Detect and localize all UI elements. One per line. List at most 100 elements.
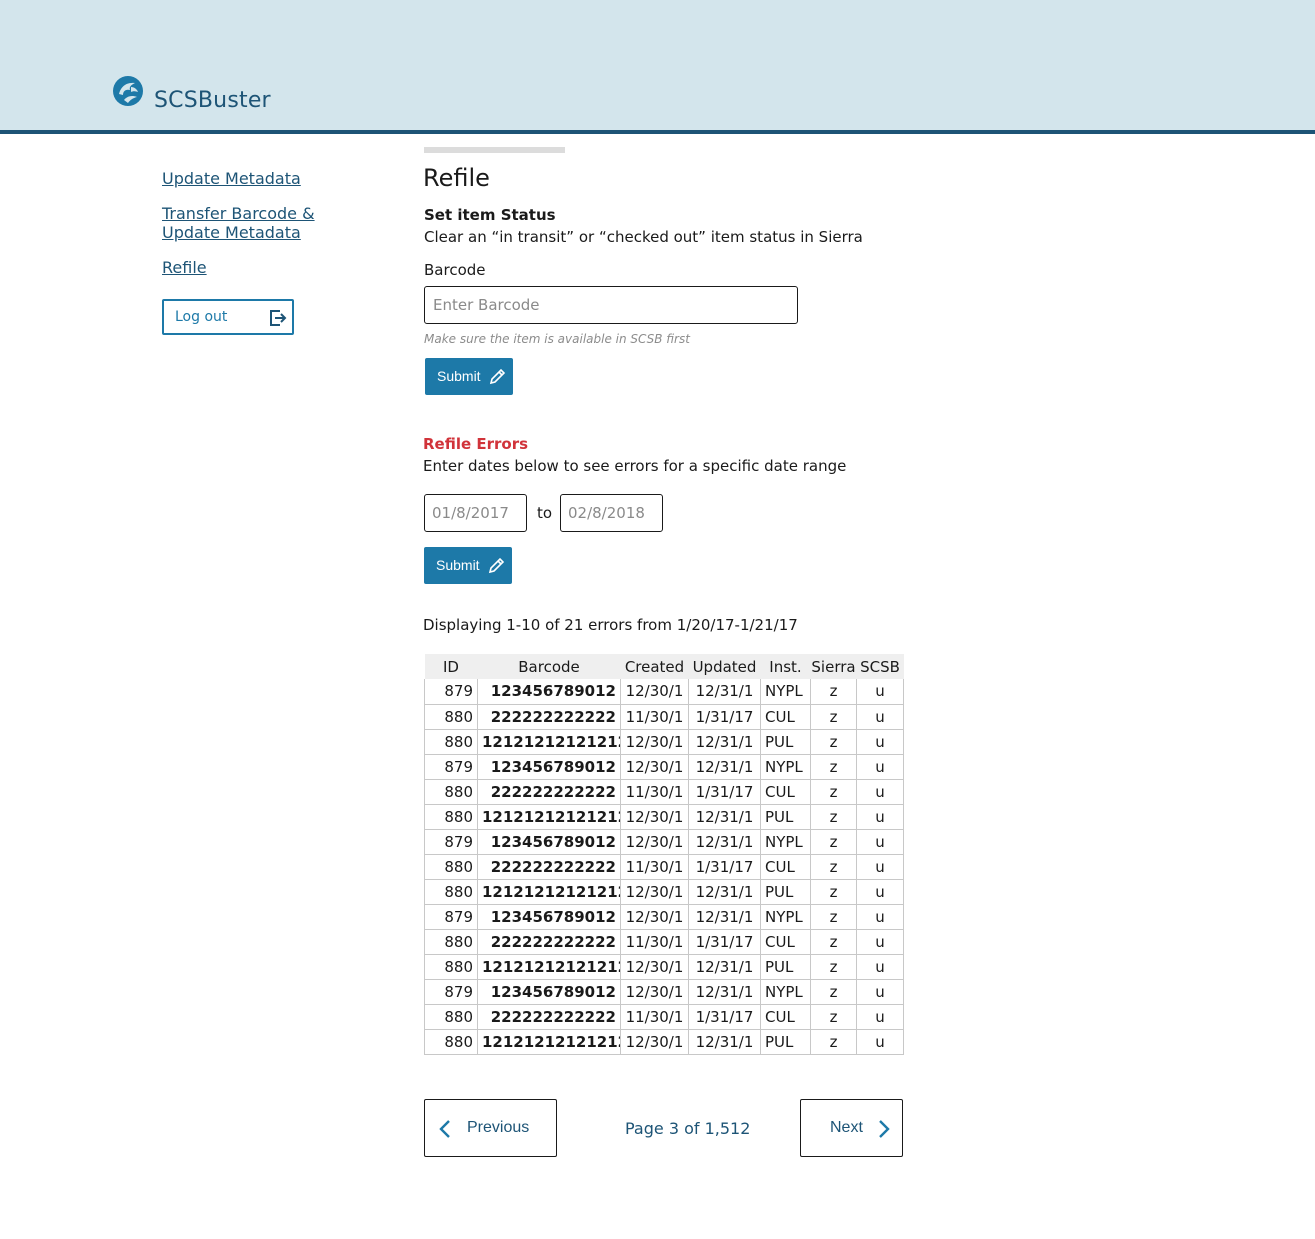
cell-created: 11/30/1 xyxy=(620,929,689,955)
header-inst[interactable]: Inst. xyxy=(760,654,811,679)
cell-id: 880 xyxy=(424,954,478,980)
cell-created: 12/30/1 xyxy=(620,679,689,705)
cell-updated: 12/31/1 xyxy=(688,829,761,855)
cell-created: 12/30/1 xyxy=(620,954,689,980)
set-status-title: Set item Status xyxy=(424,206,556,224)
table-row[interactable]: 879 123456789012 12/30/1 12/31/1 NYPL z u xyxy=(424,904,904,930)
cell-updated: 1/31/17 xyxy=(688,929,761,955)
results-summary: Displaying 1-10 of 21 errors from 1/20/1… xyxy=(423,616,798,634)
errors-table: ID Barcode Created Updated Inst. Sierra … xyxy=(424,654,904,1055)
app-title[interactable]: SCSBuster xyxy=(154,88,271,113)
cell-sierra: z xyxy=(810,1004,857,1030)
status-submit-button[interactable]: Submit xyxy=(425,358,513,395)
table-row[interactable]: 879 123456789012 12/30/1 12/31/1 NYPL z u xyxy=(424,754,904,780)
cell-updated: 12/31/1 xyxy=(688,954,761,980)
cell-created: 12/30/1 xyxy=(620,904,689,930)
header-updated[interactable]: Updated xyxy=(688,654,761,679)
cell-barcode: 12121212121212 xyxy=(477,804,621,830)
cell-id: 879 xyxy=(424,679,478,705)
cell-id: 880 xyxy=(424,704,478,730)
pencil-icon xyxy=(488,557,505,574)
header-scsb[interactable]: SCSB xyxy=(856,654,904,679)
cell-updated: 1/31/17 xyxy=(688,704,761,730)
table-row[interactable]: 880 222222222222 11/30/1 1/31/17 CUL z u xyxy=(424,1004,904,1030)
cell-sierra: z xyxy=(810,704,857,730)
table-row[interactable]: 880 12121212121212 12/30/1 12/31/1 PUL z u xyxy=(424,729,904,755)
cell-scsb: u xyxy=(856,779,904,805)
table-row[interactable]: 880 222222222222 11/30/1 1/31/17 CUL z u xyxy=(424,779,904,805)
table-header-row: ID Barcode Created Updated Inst. Sierra … xyxy=(424,654,904,679)
cell-created: 12/30/1 xyxy=(620,754,689,780)
cell-barcode: 123456789012 xyxy=(477,829,621,855)
previous-page-button[interactable]: Previous xyxy=(424,1099,557,1157)
next-label: Next xyxy=(830,1119,863,1136)
pencil-icon xyxy=(489,368,506,385)
table-row[interactable]: 880 222222222222 11/30/1 1/31/17 CUL z u xyxy=(424,854,904,880)
table-row[interactable]: 880 12121212121212 12/30/1 12/31/1 PUL z u xyxy=(424,804,904,830)
header-created[interactable]: Created xyxy=(620,654,689,679)
cell-sierra: z xyxy=(810,779,857,805)
cell-barcode: 123456789012 xyxy=(477,679,621,705)
cell-barcode: 12121212121212 xyxy=(477,1029,621,1055)
table-row[interactable]: 880 12121212121212 12/30/1 12/31/1 PUL z u xyxy=(424,954,904,980)
cell-sierra: z xyxy=(810,1029,857,1055)
cell-created: 11/30/1 xyxy=(620,779,689,805)
cell-created: 12/30/1 xyxy=(620,879,689,905)
cell-id: 879 xyxy=(424,754,478,780)
header-barcode[interactable]: Barcode xyxy=(477,654,621,679)
end-date-input[interactable] xyxy=(560,494,663,532)
cell-inst: PUL xyxy=(760,879,811,905)
cell-scsb: u xyxy=(856,754,904,780)
progress-bar xyxy=(424,147,565,153)
barcode-input[interactable] xyxy=(424,286,798,324)
cell-scsb: u xyxy=(856,854,904,880)
sidebar-link-transfer-barcode-line2[interactable]: Update Metadata xyxy=(162,223,301,242)
next-page-button[interactable]: Next xyxy=(800,1099,903,1157)
table-row[interactable]: 880 222222222222 11/30/1 1/31/17 CUL z u xyxy=(424,704,904,730)
cell-created: 12/30/1 xyxy=(620,729,689,755)
errors-submit-button[interactable]: Submit xyxy=(424,547,512,584)
cell-inst: CUL xyxy=(760,854,811,880)
cell-inst: NYPL xyxy=(760,829,811,855)
start-date-input[interactable] xyxy=(424,494,527,532)
cell-barcode: 12121212121212 xyxy=(477,879,621,905)
logout-button[interactable]: Log out xyxy=(162,299,294,335)
sidebar-link-update-metadata[interactable]: Update Metadata xyxy=(162,169,301,188)
table-row[interactable]: 880 12121212121212 12/30/1 12/31/1 PUL z u xyxy=(424,1029,904,1055)
cell-id: 880 xyxy=(424,879,478,905)
sidebar-link-refile[interactable]: Refile xyxy=(162,258,207,277)
cell-id: 880 xyxy=(424,729,478,755)
table-row[interactable]: 879 123456789012 12/30/1 12/31/1 NYPL z u xyxy=(424,679,904,705)
cell-inst: NYPL xyxy=(760,904,811,930)
cell-updated: 12/31/1 xyxy=(688,679,761,705)
cell-inst: CUL xyxy=(760,1004,811,1030)
header-id[interactable]: ID xyxy=(424,654,478,679)
sidebar-link-transfer-barcode[interactable]: Transfer Barcode & xyxy=(162,204,315,223)
cell-updated: 12/31/1 xyxy=(688,729,761,755)
cell-inst: CUL xyxy=(760,929,811,955)
cell-barcode: 123456789012 xyxy=(477,754,621,780)
cell-sierra: z xyxy=(810,954,857,980)
cell-scsb: u xyxy=(856,704,904,730)
table-row[interactable]: 880 12121212121212 12/30/1 12/31/1 PUL z u xyxy=(424,879,904,905)
cell-sierra: z xyxy=(810,754,857,780)
cell-scsb: u xyxy=(856,729,904,755)
cell-created: 11/30/1 xyxy=(620,854,689,880)
cell-scsb: u xyxy=(856,879,904,905)
cell-barcode: 12121212121212 xyxy=(477,729,621,755)
header-sierra[interactable]: Sierra xyxy=(810,654,857,679)
cell-inst: CUL xyxy=(760,779,811,805)
cell-barcode: 222222222222 xyxy=(477,854,621,880)
cell-scsb: u xyxy=(856,904,904,930)
cell-sierra: z xyxy=(810,729,857,755)
cell-created: 11/30/1 xyxy=(620,704,689,730)
cell-inst: NYPL xyxy=(760,679,811,705)
cell-inst: PUL xyxy=(760,804,811,830)
table-row[interactable]: 879 123456789012 12/30/1 12/31/1 NYPL z u xyxy=(424,979,904,1005)
cell-id: 880 xyxy=(424,929,478,955)
table-row[interactable]: 879 123456789012 12/30/1 12/31/1 NYPL z u xyxy=(424,829,904,855)
lion-logo-icon[interactable] xyxy=(111,74,145,108)
logout-label: Log out xyxy=(175,309,228,325)
cell-scsb: u xyxy=(856,1029,904,1055)
table-row[interactable]: 880 222222222222 11/30/1 1/31/17 CUL z u xyxy=(424,929,904,955)
